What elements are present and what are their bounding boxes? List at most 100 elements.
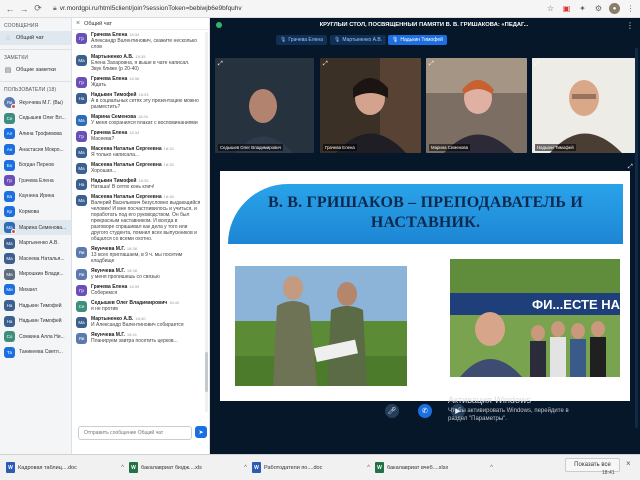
close-downloads-icon[interactable]: × [626,459,631,468]
chat-message: На Надькин Тимофей 18:33 А в социальных сет… [72,90,204,112]
chat-message: Ма Мартыненко А.В. 18:40 И Александр Валент… [72,314,204,330]
user-name: Мартыненко А.В. [19,240,59,247]
mic-button[interactable]: 🎤︎ [385,404,399,418]
message-body: Якунчева М.Г. 18:41 Планируем завтра посет… [91,332,201,344]
user-name: Мирошкин Влади... [19,271,64,278]
user-item[interactable]: Ма Марина Семенова... [0,219,71,236]
close-icon[interactable]: × [76,20,80,27]
menu-icon[interactable]: ⋮ [625,3,636,14]
public-chat-item[interactable]: ◌ Общий чат [0,31,71,45]
download-filename: Работодатели по....doc [264,464,323,471]
user-item[interactable]: Ми Мирошкин Влади... [0,267,71,283]
downloads-list: W Кадровая таблиц....doc ^ Wбакалавриат бюд… [6,458,498,478]
message-text: И Александр Валентинович собирается [91,322,184,328]
user-item[interactable]: Ан Анастасия Мокро... [0,142,71,158]
user-item[interactable]: На Надькин Тимофей [0,298,71,314]
message-text: я не против [91,306,118,312]
expand-icon[interactable]: ⤢ [429,61,434,68]
chevron-up-icon[interactable]: ^ [490,465,493,471]
shared-notes-item[interactable]: ▤ Общие заметки [0,63,71,77]
puzzle-icon[interactable]: ✦ [577,3,588,14]
user-item[interactable]: Со Сомкина Алла Ни... [0,329,71,345]
browser-tools: ☆ ▣ ✦ ⚙ ● ⋮ [510,3,636,14]
user-name: Сомкина Алла Ни... [19,333,65,340]
message-body: Надькин Тимофей 18:33 А в социальных сетях… [91,92,201,110]
message-avatar: Гр [76,285,87,296]
chevron-up-icon[interactable]: ^ [367,465,370,471]
meeting-scrollbar[interactable] [635,48,638,428]
chevron-up-icon[interactable]: ^ [121,465,124,471]
message-body: Якунчева М.Г. 18:38 13 всех приглашаем, в … [91,246,201,264]
video-tile[interactable]: ⤢ Грачева Елена [320,58,421,153]
user-item[interactable]: Ма Мартыненко А.В. [0,235,71,251]
chat-message: Гр Грачева Елена 18:34 Александр Валентинов… [72,30,204,52]
file-icon: W [375,462,384,473]
talker-name: Мартыненко А.В. [342,37,383,43]
send-button[interactable]: ➤ [195,426,207,438]
talking-indicator: 🎙︎ Грачева Елена 🎙︎ Мартыненко А.В. 🎙︎ Надь… [210,35,640,47]
user-item[interactable]: Та Таникеева Светл... [0,345,71,361]
download-item[interactable]: W Кадровая таблиц....doc ^ [6,458,124,478]
user-item[interactable]: Се Седышев Олег Вл... [0,111,71,127]
video-tile[interactable]: ⤢ Марина Семенова [426,58,527,153]
browser-address-bar: ← → ⟳ 🔒︎ vr.mordgpi.ru/html5client/join?… [0,0,640,18]
download-filename: Кадровая таблиц....doc [18,464,77,471]
user-item[interactable]: Ма Масеева Наталья... [0,251,71,267]
video-frame [426,58,527,153]
slide-photo-field [235,266,407,386]
chevron-up-icon[interactable]: ^ [244,465,247,471]
message-text: Валерий Васильевич безусловно выдающийся… [91,200,201,242]
audio-button[interactable]: ✆ [418,404,432,418]
user-item[interactable]: Яи Якунчева М.Г. (Вы) [0,95,71,111]
star-icon[interactable]: ☆ [545,3,556,14]
message-time: 18:36 [129,76,140,81]
meeting-top-bar: КРУГЛЫЙ СТОЛ, ПОСВЯЩЕННЫЙ ПАМЯТИ В. В. Г… [210,18,640,32]
chat-scroll-thumb[interactable] [205,352,208,392]
chat-icon: ◌ [5,34,11,42]
user-item[interactable]: Ал Алина Трофимова [0,126,71,142]
profile-avatar[interactable]: ● [609,3,620,14]
user-item[interactable]: Гр Грачева Елена [0,173,71,189]
user-item[interactable]: На Надькин Тимофей [0,313,71,329]
message-text: Елена Захаровна, я выше в чате написал. … [91,60,190,72]
extension-icon[interactable]: ▣ [561,3,572,14]
chat-scrollbar[interactable] [205,32,208,412]
expand-icon[interactable]: ⤢ [535,61,540,68]
video-tile-name: Надькин Тимофей [535,144,576,151]
video-tile[interactable]: ⤢ Седышев Олег Владимирович [215,58,314,153]
fullscreen-icon[interactable]: ⤢ [628,164,633,171]
user-name: Таникеева Светл... [19,349,63,356]
chat-input[interactable] [78,426,192,440]
reload-icon[interactable]: ⟳ [32,3,44,15]
user-item[interactable]: Бо Богдан Пернов [0,157,71,173]
message-avatar: Яи [76,247,87,258]
download-item[interactable]: Wбакалавриат вчеб....xlsx ^ [375,458,493,478]
settings-icon[interactable]: ⚙ [593,3,604,14]
video-tile[interactable]: ⤢ Надькин Тимофей [532,58,635,153]
message-avatar: Се [76,301,87,312]
screen: ← → ⟳ 🔒︎ vr.mordgpi.ru/html5client/join?… [0,0,640,480]
download-item[interactable]: Wбакалавриат бюдж....xls ^ [129,458,247,478]
download-item[interactable]: W Работодатели по....doc ^ [252,458,370,478]
message-body: Масеева Наталья Сергеевна 18:36 Валерий Ва… [91,194,201,242]
expand-icon[interactable]: ⤢ [323,61,328,68]
url-field[interactable]: 🔒︎ vr.mordgpi.ru/html5client/join?sessio… [50,3,510,15]
back-icon[interactable]: ← [4,3,16,15]
user-avatar: Ан [4,144,15,156]
options-icon[interactable]: ⋮ [626,21,634,30]
slide-photo-group: ФИ...ЕСТЕ НА [450,259,620,377]
talker-name: Надькин Тимофей [400,37,443,43]
user-avatar: Ка [4,190,15,202]
connection-status-icon [216,22,222,28]
windows-activation-line: Чтобы активировать Windows, перейдите в [448,408,569,414]
expand-icon[interactable]: ⤢ [218,61,223,68]
message-body: Масеева Наталья Сергеевна 18:35 Хорошая... [91,162,201,174]
user-item[interactable]: Кр Кормова [0,204,71,220]
user-item[interactable]: Ми Михаил [0,282,71,298]
video-frame [215,58,314,153]
user-item[interactable]: Ка Каунина Ирина [0,189,71,205]
message-body: Седышев Олег Владимирович 18:40 я не проти… [91,300,201,312]
forward-icon[interactable]: → [18,3,30,15]
url-text: vr.mordgpi.ru/html5client/join?sessionTo… [59,5,242,12]
message-text: У меня сохранился плакат с воспоминаниям… [91,120,198,126]
